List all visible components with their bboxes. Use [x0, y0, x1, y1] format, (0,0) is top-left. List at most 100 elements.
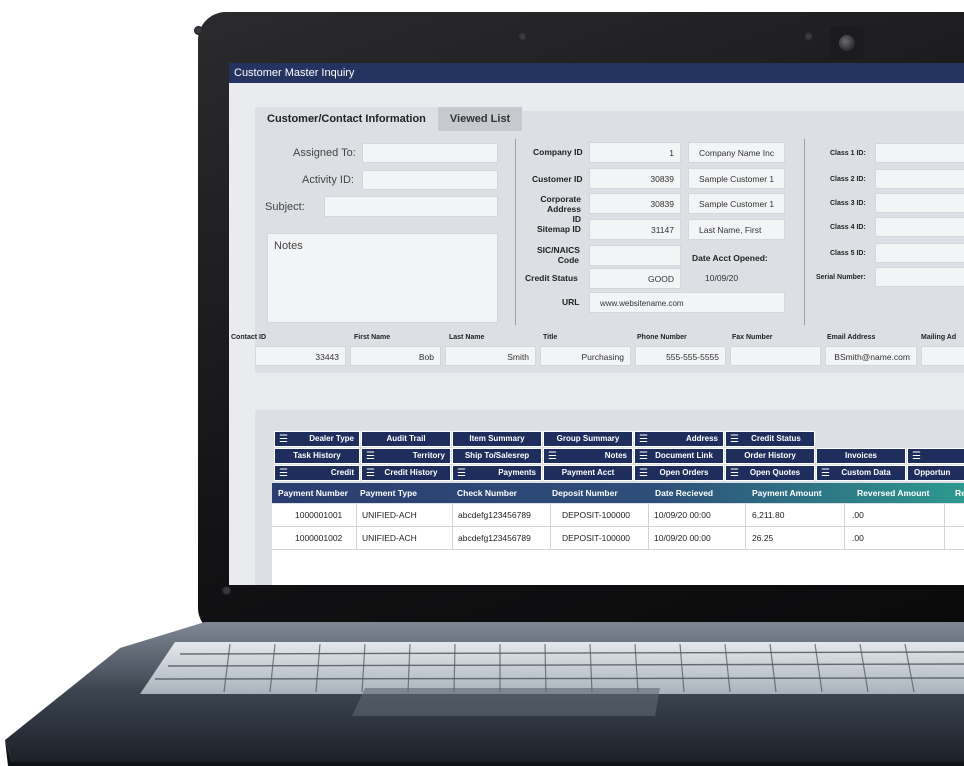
- corporate-address-field[interactable]: 30839: [589, 193, 681, 214]
- main-content: Customer/Contact Information Viewed List…: [229, 83, 964, 585]
- divider: [804, 139, 805, 325]
- class4-field[interactable]: [875, 217, 964, 237]
- check-number-cell: abcdefg123456789: [458, 510, 531, 520]
- extra-list-button[interactable]: ☰: [907, 448, 964, 464]
- phone-header: Phone Number: [637, 334, 687, 341]
- phone-field[interactable]: 555-555-5555: [635, 346, 726, 366]
- opportunities-button[interactable]: Opportun: [907, 465, 964, 481]
- fax-field[interactable]: [730, 346, 821, 366]
- dealer-type-button[interactable]: ☰ Dealer Type: [274, 431, 360, 447]
- class2-label: Class 2 ID:: [830, 176, 866, 183]
- list-icon: ☰: [639, 451, 648, 462]
- custom-data-button[interactable]: ☰ Custom Data: [816, 465, 906, 481]
- payment-type-header[interactable]: Payment Type: [360, 483, 417, 503]
- payment-type-cell: UNIFIED-ACH: [362, 533, 417, 543]
- payment-number-header[interactable]: Payment Number: [278, 483, 348, 503]
- tab-customer-contact[interactable]: Customer/Contact Information: [255, 107, 438, 131]
- deposit-number-cell: DEPOSIT-100000: [562, 510, 631, 520]
- date-acct-opened-label: Date Acct Opened:: [692, 253, 768, 263]
- mailing-field[interactable]: [921, 346, 964, 366]
- reversed-amount-cell: .00: [852, 533, 864, 543]
- address-button[interactable]: ☰ Address: [634, 431, 724, 447]
- first-name-field[interactable]: Bob: [350, 346, 441, 366]
- list-icon: ☰: [730, 434, 739, 445]
- sitemap-id-label: Sitemap ID: [537, 224, 581, 234]
- open-quotes-button[interactable]: ☰ Open Quotes: [725, 465, 815, 481]
- class4-label: Class 4 ID:: [830, 224, 866, 231]
- check-number-header[interactable]: Check Number: [457, 483, 517, 503]
- tab-bar: Customer/Contact Information Viewed List: [255, 107, 523, 131]
- order-history-button[interactable]: Order History: [725, 448, 815, 464]
- title-field[interactable]: Purchasing: [540, 346, 631, 366]
- email-field[interactable]: BSmith@name.com: [825, 346, 917, 366]
- mailing-header: Mailing Ad: [921, 334, 957, 341]
- item-summary-button[interactable]: Item Summary: [452, 431, 542, 447]
- bezel-dot: [804, 32, 813, 41]
- notes-field[interactable]: Notes: [267, 233, 498, 323]
- credit-button[interactable]: ☰ Credit: [274, 465, 360, 481]
- sic-naics-label: SIC/NAICS Code: [537, 245, 580, 265]
- task-history-button[interactable]: Task History: [274, 448, 360, 464]
- class1-field[interactable]: [875, 143, 964, 163]
- customer-name-field: Sample Customer 1: [688, 168, 785, 189]
- credit-history-button[interactable]: ☰ Credit History: [361, 465, 451, 481]
- subject-label: Subject:: [265, 201, 305, 213]
- group-summary-button[interactable]: Group Summary: [543, 431, 633, 447]
- audit-trail-button[interactable]: Audit Trail: [361, 431, 451, 447]
- class2-field[interactable]: [875, 169, 964, 189]
- territory-button[interactable]: ☰ Territory: [361, 448, 451, 464]
- payment-type-cell: UNIFIED-ACH: [362, 510, 417, 520]
- list-icon: ☰: [366, 451, 375, 462]
- activity-id-field[interactable]: [362, 170, 498, 190]
- assigned-to-field[interactable]: [362, 143, 498, 163]
- contact-id-field[interactable]: 33443: [255, 346, 346, 366]
- list-icon: ☰: [639, 468, 648, 479]
- ship-to-salesrep-button[interactable]: Ship To/Salesrep: [452, 448, 542, 464]
- list-icon: ☰: [548, 451, 557, 462]
- class5-label: Class 5 ID:: [830, 250, 866, 257]
- payment-number-cell: 1000001001: [295, 510, 343, 520]
- date-received-header[interactable]: Date Recieved: [655, 483, 713, 503]
- window-title: Customer Master Inquiry: [229, 63, 964, 83]
- company-id-field[interactable]: 1: [589, 142, 681, 163]
- sic-naics-field[interactable]: [589, 245, 681, 266]
- deposit-number-header[interactable]: Deposit Number: [552, 483, 618, 503]
- payment-acct-button[interactable]: Payment Acct: [543, 465, 633, 481]
- class5-field[interactable]: [875, 243, 964, 263]
- customer-id-field[interactable]: 30839: [589, 168, 681, 189]
- sitemap-id-field[interactable]: 31147: [589, 219, 681, 240]
- email-header: Email Address: [827, 334, 876, 341]
- fax-header: Fax Number: [732, 334, 773, 341]
- url-field[interactable]: www.websitename.com: [589, 292, 785, 313]
- class3-label: Class 3 ID:: [830, 200, 866, 207]
- payment-number-cell: 1000001002: [295, 533, 343, 543]
- tab-viewed-list[interactable]: Viewed List: [437, 107, 523, 131]
- notes-label: Notes: [274, 240, 303, 252]
- table-row[interactable]: [272, 550, 964, 585]
- serial-number-field[interactable]: [875, 267, 964, 287]
- class3-field[interactable]: [875, 193, 964, 213]
- date-acct-opened-value: 10/09/20: [705, 273, 739, 283]
- list-icon: ☰: [821, 468, 830, 479]
- credit-status-button[interactable]: ☰ Credit Status: [725, 431, 815, 447]
- date-received-cell: 10/09/20 00:00: [654, 533, 711, 543]
- credit-status-field[interactable]: GOOD: [589, 268, 681, 289]
- list-icon: ☰: [639, 434, 648, 445]
- subject-field[interactable]: [324, 196, 498, 217]
- notes-button[interactable]: ☰ Notes: [543, 448, 633, 464]
- reversed-amount-header[interactable]: Reversed Amount: [857, 483, 929, 503]
- invoices-button[interactable]: Invoices: [816, 448, 906, 464]
- table-row[interactable]: 1000001002 UNIFIED-ACH abcdefg123456789 …: [272, 527, 964, 550]
- open-orders-button[interactable]: ☰ Open Orders: [634, 465, 724, 481]
- serial-number-label: Serial Number:: [816, 274, 866, 281]
- payment-amount-header[interactable]: Payment Amount: [752, 483, 822, 503]
- table-row[interactable]: 1000001001 UNIFIED-ACH abcdefg123456789 …: [272, 504, 964, 527]
- last-name-field[interactable]: Smith: [445, 346, 536, 366]
- document-link-button[interactable]: ☰ Document Link: [634, 448, 724, 464]
- class1-label: Class 1 ID:: [830, 150, 866, 157]
- payments-button[interactable]: ☰ Payments: [452, 465, 542, 481]
- extra-header[interactable]: Re: [955, 483, 964, 503]
- assigned-to-label: Assigned To:: [293, 147, 356, 159]
- customer-id-label: Customer ID: [532, 174, 583, 184]
- payment-amount-cell: 26.25: [752, 533, 774, 543]
